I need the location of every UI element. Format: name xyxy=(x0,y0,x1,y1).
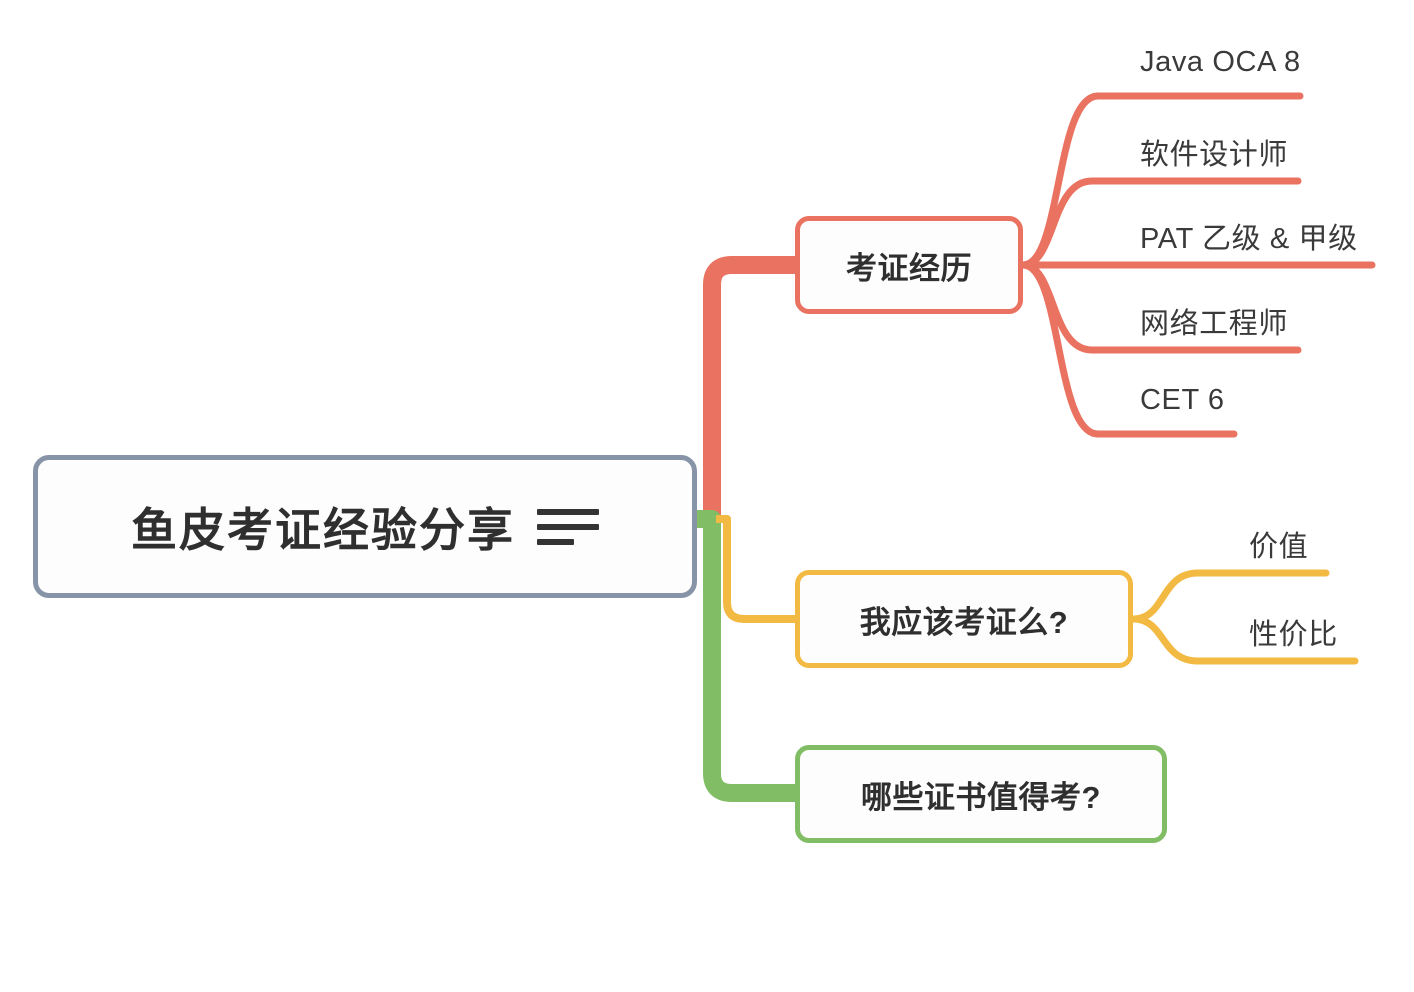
connector-root-to-branch-2 xyxy=(697,510,800,802)
leaf-label-network-engineer[interactable]: 网络工程师 xyxy=(1140,300,1288,342)
leaf-label-pat[interactable]: PAT 乙级 & 甲级 xyxy=(1140,215,1358,257)
leaf-label-cost-performance[interactable]: 性价比 xyxy=(1249,611,1338,653)
root-node[interactable]: 鱼皮考证经验分享 xyxy=(33,455,697,598)
branch-node-should-i-certify[interactable]: 我应该考证么? xyxy=(795,570,1133,668)
leaf-label-value[interactable]: 价值 xyxy=(1249,523,1308,565)
branch-node-label: 哪些证书值得考? xyxy=(861,779,1101,815)
root-node-label: 鱼皮考证经验分享 xyxy=(131,503,515,556)
branch-node-label: 考证经历 xyxy=(846,250,972,286)
leaf-label-cet-6[interactable]: CET 6 xyxy=(1140,384,1225,417)
leaf-label-java-oca-8[interactable]: Java OCA 8 xyxy=(1140,46,1301,79)
connector-root-to-branch-0 xyxy=(697,256,800,528)
leaf-label-software-designer[interactable]: 软件设计师 xyxy=(1140,131,1288,173)
branch-node-which-certs[interactable]: 哪些证书值得考? xyxy=(795,745,1167,843)
list-lines-icon xyxy=(537,508,599,545)
branch-node-kaozheng-jingli[interactable]: 考证经历 xyxy=(795,216,1023,314)
branch-node-label: 我应该考证么? xyxy=(859,604,1069,640)
mindmap-canvas: 鱼皮考证经验分享 考证经历 我应该考证么? 哪些证书值得考? Java OCA … xyxy=(0,0,1414,992)
connector-root-to-branch-1 xyxy=(716,515,800,623)
